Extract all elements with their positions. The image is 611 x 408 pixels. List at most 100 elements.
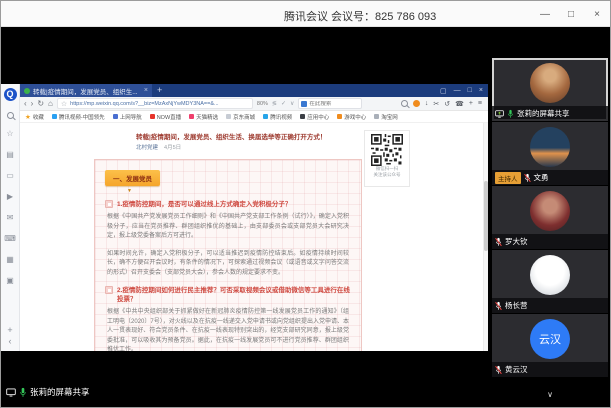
- reader-mode-icon[interactable]: ≶: [272, 100, 277, 107]
- menu-icon[interactable]: ≡: [478, 100, 482, 107]
- participant-video: 云汉: [492, 314, 608, 363]
- bookmark-favicon: [226, 114, 231, 119]
- add-icon[interactable]: +: [469, 100, 473, 107]
- maximize-button[interactable]: □: [564, 9, 578, 20]
- paragraph-1: 根据《中国共产党发展党员工作细则》和《中国共产党支部工作条例（试行）》，确定入党…: [107, 213, 349, 242]
- bookmark-item[interactable]: 应用中心: [300, 113, 329, 121]
- scrollbar-thumb[interactable]: [484, 181, 488, 251]
- feed-icon[interactable]: ▭: [4, 169, 17, 182]
- mic-muted-icon: [524, 173, 531, 183]
- refresh-icon[interactable]: ↻: [37, 97, 44, 110]
- participant-name: 文勇: [534, 172, 549, 183]
- bookmark-favicon: [150, 114, 155, 119]
- apps-icon[interactable]: ▦: [4, 253, 17, 266]
- tab-close-icon[interactable]: ×: [144, 87, 148, 94]
- phone-icon[interactable]: ☎: [455, 100, 464, 108]
- browser-close-button[interactable]: ×: [479, 87, 483, 94]
- avatar-text: 云汉: [539, 331, 561, 347]
- bookmark-item[interactable]: 淘宝网: [374, 113, 398, 121]
- screen-share-indicator: 张莉的屏幕共享: [6, 386, 90, 398]
- avatar: 云汉: [530, 319, 570, 359]
- tab-favicon: [24, 88, 30, 94]
- bookmark-item[interactable]: ★收藏: [25, 113, 44, 121]
- avatar: [530, 127, 570, 167]
- forward-icon[interactable]: ›: [31, 97, 34, 110]
- home-icon[interactable]: ⌂: [48, 97, 53, 110]
- qr-code-card: 微信扫一扫 关注该公众号: [364, 130, 410, 187]
- participant-video: [492, 186, 608, 235]
- qq-browser-logo-icon[interactable]: Q: [4, 88, 17, 101]
- host-badge: 主持人: [495, 172, 521, 184]
- question-row: 1.疫情防控期间，是否可以通过线上方式确定入党积极分子？: [105, 200, 351, 209]
- participant-name: 杨长营: [505, 300, 528, 311]
- bookmark-item[interactable]: 天猫精选: [189, 113, 218, 121]
- new-tab-button[interactable]: +: [152, 84, 167, 97]
- scroll-more-chevron-icon[interactable]: ∨: [492, 390, 608, 399]
- address-bar[interactable]: ☆ https://mp.weixin.qq.com/s?__biz=MzAxN…: [57, 98, 253, 109]
- messages-icon[interactable]: ✉: [4, 211, 17, 224]
- question-2: 2.疫情防控期间如何进行民主推荐？可否采取视频会议或借助微信等工具进行在线投票？: [117, 286, 351, 304]
- article-date: 4月5日: [164, 145, 181, 151]
- toolbar-search-icon[interactable]: [401, 100, 408, 107]
- participant-tile[interactable]: 张莉的屏幕共享: [492, 58, 608, 122]
- bookmark-favicon: [113, 114, 118, 119]
- screen-share-icon: [495, 110, 504, 118]
- bookmark-item[interactable]: 上网导航: [113, 113, 142, 121]
- browser-main: 转载|疫情期间，发展党员、组织生... × + ▢ — □ × ‹ › ↻: [20, 84, 488, 351]
- meeting-titlebar: 腾讯会议 会议号：825 786 093 — □ ×: [1, 1, 610, 27]
- participant-name: 罗大钦: [505, 236, 528, 247]
- bookmark-item[interactable]: 京东商城: [226, 113, 255, 121]
- translate-icon[interactable]: ✓: [281, 100, 286, 107]
- bookmark-favicon: [52, 114, 57, 119]
- article-meta: 北村党建 4月5日: [136, 143, 181, 151]
- quick-search-box[interactable]: [298, 98, 362, 109]
- mic-muted-icon: [495, 301, 502, 311]
- browser-shield-icon[interactable]: ▢: [440, 87, 447, 95]
- undo-icon[interactable]: ↺: [444, 100, 450, 108]
- avatar: [530, 191, 570, 231]
- video-icon[interactable]: ▶: [4, 190, 17, 203]
- article-title: 转载|疫情期间，发展党员、组织生活、换届选举等正确打开方式！: [136, 131, 366, 141]
- sidebar-add-icon[interactable]: +: [7, 325, 12, 336]
- page-zoom-level[interactable]: 80%: [257, 101, 268, 107]
- browser-sidebar: Q ☆ ▤ ▭ ▶ ✉ ⌨ ▦ ▣ + ‹: [1, 84, 20, 351]
- bookmarks-bar: ★收藏 腾讯视频-中国领先 上网导航 NOW直播 天猫精选 京东商城 腾讯视频 …: [20, 111, 488, 123]
- shared-screen-browser: Q ☆ ▤ ▭ ▶ ✉ ⌨ ▦ ▣ + ‹ 转载|疫情期间: [1, 84, 488, 351]
- url-text: https://mp.weixin.qq.com/s?__biz=MzAxNjY…: [70, 101, 218, 107]
- bookmark-star-icon[interactable]: ☆: [61, 100, 67, 108]
- article-author-link[interactable]: 北村党建: [136, 145, 158, 151]
- minimize-button[interactable]: —: [538, 9, 552, 20]
- bookmark-item[interactable]: 腾讯视频-中国领先: [52, 113, 105, 121]
- reading-icon[interactable]: ▤: [4, 148, 17, 161]
- participant-tile[interactable]: 主持人 文勇: [492, 122, 608, 186]
- participant-tile[interactable]: 云汉 黄云汉: [492, 314, 608, 378]
- bookmark-item[interactable]: NOW直播: [150, 113, 181, 121]
- favorites-icon[interactable]: ☆: [4, 127, 17, 140]
- participant-tile[interactable]: 杨长营: [492, 250, 608, 314]
- share-indicator-label: 张莉的屏幕共享: [30, 386, 90, 398]
- page-content: 转载|疫情期间，发展党员、组织生活、换届选举等正确打开方式！ 北村党建 4月5日: [20, 123, 488, 351]
- qq-helper-icon[interactable]: [413, 100, 420, 107]
- bookmark-favicon: [300, 114, 305, 119]
- browser-maximize-button[interactable]: □: [468, 87, 472, 94]
- bookmark-item[interactable]: 腾讯视频: [263, 113, 292, 121]
- bookmark-item[interactable]: 游戏中心: [337, 113, 366, 121]
- participant-tile[interactable]: 罗大钦: [492, 186, 608, 250]
- arrow-down-icon: ▼: [127, 188, 351, 194]
- cart-icon[interactable]: ▣: [4, 274, 17, 287]
- download-icon[interactable]: ↓: [425, 100, 429, 107]
- search-icon[interactable]: [7, 112, 14, 119]
- back-icon[interactable]: ‹: [24, 97, 27, 110]
- screenshot-icon[interactable]: ✂: [433, 100, 439, 108]
- search-input[interactable]: [309, 101, 359, 107]
- browser-minimize-button[interactable]: —: [454, 87, 461, 94]
- close-button[interactable]: ×: [590, 9, 604, 20]
- search-engine-icon[interactable]: [301, 101, 307, 107]
- sidebar-collapse-icon[interactable]: ‹: [8, 336, 11, 347]
- keyboard-icon[interactable]: ⌨: [4, 232, 17, 245]
- chevron-down-icon[interactable]: ∨: [290, 100, 294, 107]
- page-scrollbar[interactable]: [483, 123, 488, 351]
- participants-panel: 张莉的屏幕共享 主持人 文勇: [492, 58, 608, 378]
- browser-tab[interactable]: 转载|疫情期间，发展党员、组织生... ×: [20, 84, 152, 97]
- participant-video: [492, 250, 608, 299]
